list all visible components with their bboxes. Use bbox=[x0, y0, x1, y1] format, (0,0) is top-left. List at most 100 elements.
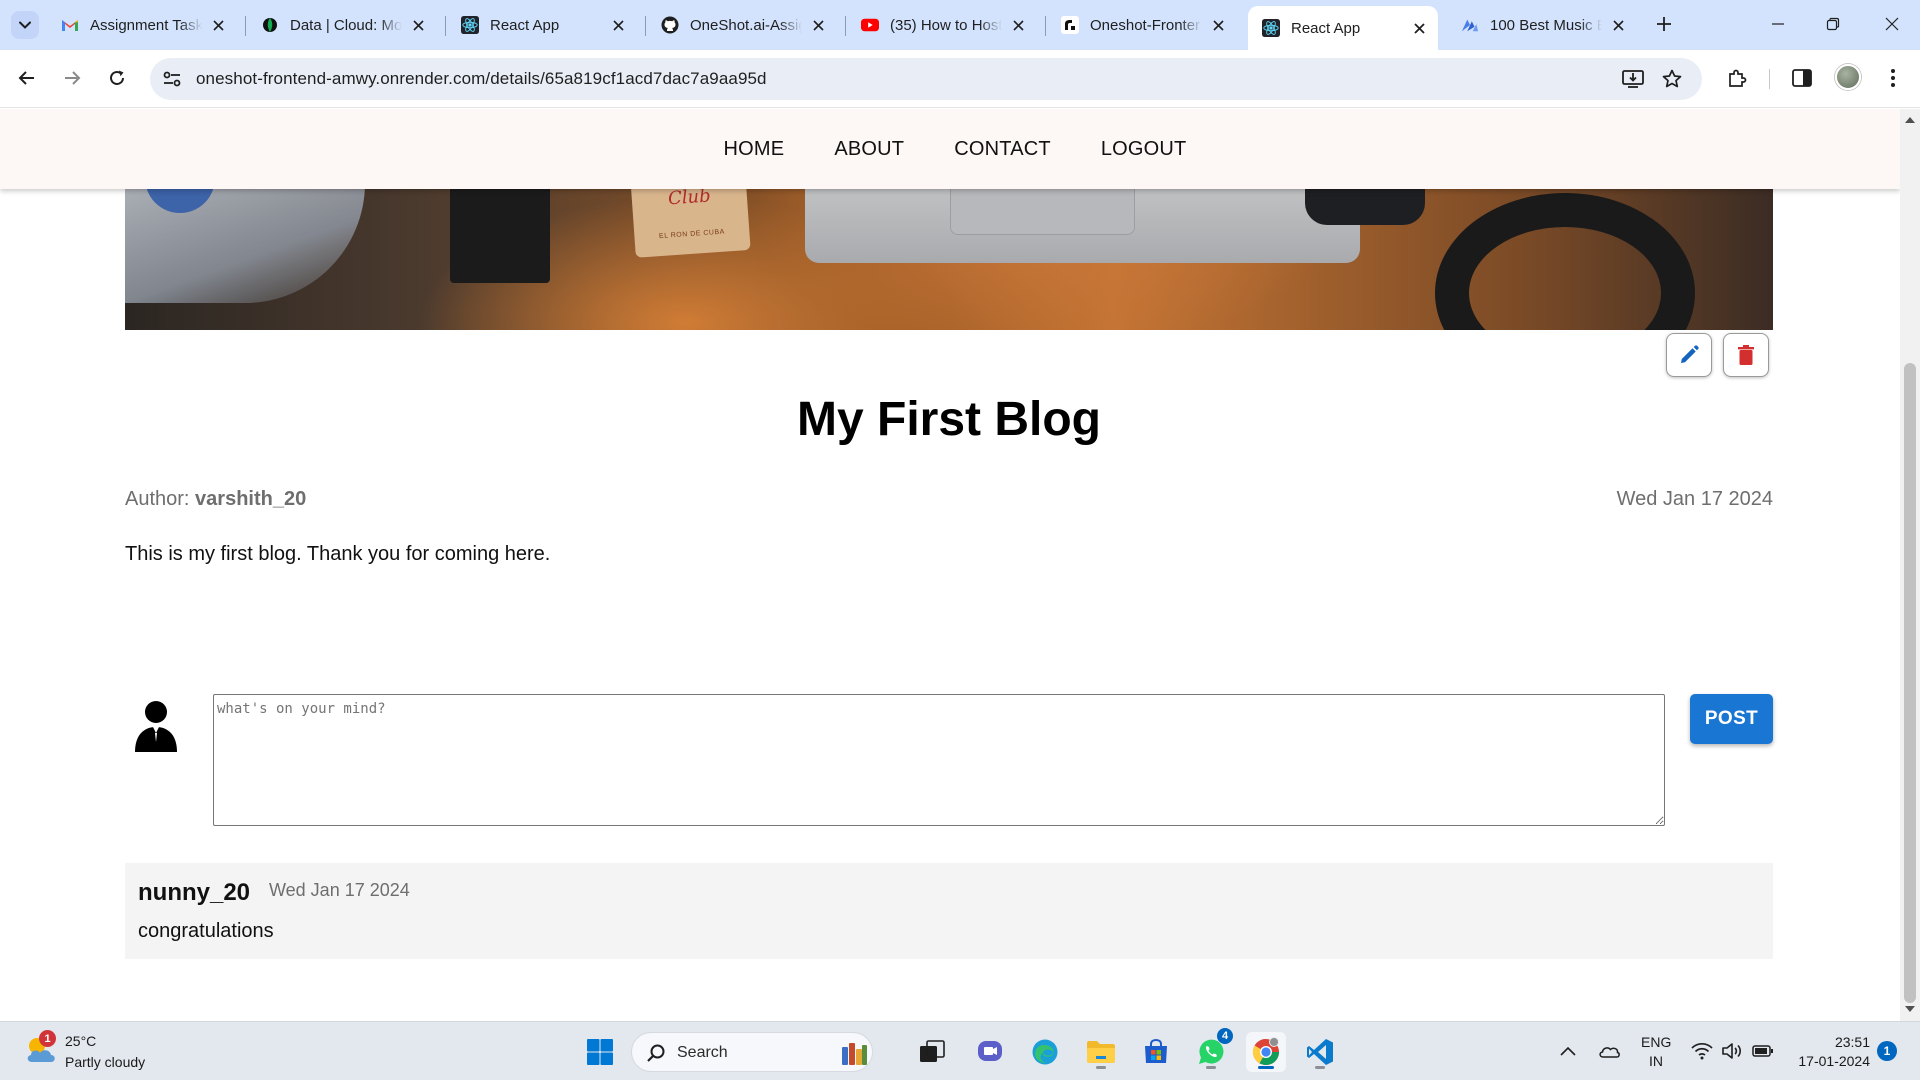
tab-title: (35) How to Host bbox=[890, 16, 1002, 34]
browser-tab[interactable]: 100 Best Music B bbox=[1447, 8, 1637, 42]
react-icon bbox=[461, 16, 479, 34]
region-code: IN bbox=[1649, 1053, 1663, 1069]
bookmark-star-icon[interactable] bbox=[1660, 67, 1684, 91]
profile-avatar[interactable] bbox=[1835, 64, 1861, 90]
side-panel-button[interactable] bbox=[1787, 63, 1817, 93]
browser-tab[interactable]: React App bbox=[447, 8, 637, 42]
vscode-button[interactable] bbox=[1300, 1032, 1340, 1072]
system-clock[interactable]: 23:51 17-01-2024 bbox=[1790, 1033, 1870, 1071]
comment-date: Wed Jan 17 2024 bbox=[269, 880, 410, 900]
close-window-button[interactable] bbox=[1880, 12, 1904, 36]
close-icon[interactable] bbox=[609, 16, 627, 34]
running-indicator bbox=[1096, 1066, 1106, 1069]
browser-tab[interactable]: (35) How to Host bbox=[847, 8, 1037, 42]
whatsapp-unread-badge: 4 bbox=[1217, 1028, 1233, 1044]
windows-logo-icon bbox=[587, 1039, 613, 1065]
github-icon bbox=[661, 16, 679, 34]
toolbar-divider bbox=[1769, 69, 1770, 89]
music-site-icon bbox=[1461, 16, 1479, 34]
author-name[interactable]: varshith_20 bbox=[195, 488, 306, 510]
browser-tab[interactable]: Assignment Task bbox=[47, 8, 237, 42]
weather-description[interactable]: Partly cloudy bbox=[65, 1054, 145, 1070]
forward-button[interactable] bbox=[57, 63, 87, 93]
search-label: Search bbox=[677, 1044, 728, 1061]
tab-title: React App bbox=[490, 16, 560, 34]
close-icon[interactable] bbox=[209, 16, 227, 34]
onedrive-cloud-icon[interactable] bbox=[1598, 1040, 1620, 1062]
close-icon[interactable] bbox=[409, 16, 427, 34]
extensions-button[interactable] bbox=[1722, 63, 1752, 93]
browser-tab-active[interactable]: React App bbox=[1248, 6, 1438, 50]
close-icon bbox=[1885, 17, 1899, 31]
user-avatar-icon bbox=[133, 698, 179, 754]
close-icon[interactable] bbox=[1009, 16, 1027, 34]
close-icon[interactable] bbox=[1209, 16, 1227, 34]
address-bar[interactable]: oneshot-frontend-amwy.onrender.com/detai… bbox=[150, 58, 1702, 100]
tab-title: OneShot.ai-Assig bbox=[690, 16, 802, 34]
chrome-button[interactable] bbox=[1246, 1032, 1286, 1072]
site-navbar: HOME ABOUT CONTACT LOGOUT bbox=[0, 109, 1900, 189]
folder-icon bbox=[1087, 1041, 1115, 1063]
whatsapp-button[interactable]: 4 bbox=[1191, 1028, 1233, 1072]
minimize-icon bbox=[1772, 23, 1784, 25]
search-highlight-icon bbox=[842, 1043, 867, 1065]
tab-separator bbox=[845, 16, 846, 36]
scrollbar-thumb[interactable] bbox=[1904, 363, 1916, 1003]
tab-title: Data | Cloud: Mo bbox=[290, 16, 402, 34]
plus-icon bbox=[1657, 17, 1671, 31]
nav-logout-link[interactable]: LOGOUT bbox=[1101, 138, 1187, 161]
blog-cover-image: Havana Club EL RON DE CUBA bbox=[125, 173, 1773, 330]
file-explorer-button[interactable] bbox=[1081, 1032, 1121, 1072]
volume-icon[interactable] bbox=[1721, 1040, 1743, 1062]
post-date: Wed Jan 17 2024 bbox=[1616, 488, 1773, 510]
page-scrollbar[interactable] bbox=[1900, 109, 1920, 1021]
battery-icon[interactable] bbox=[1752, 1040, 1774, 1062]
site-info-icon[interactable] bbox=[160, 67, 184, 91]
edge-button[interactable] bbox=[1025, 1032, 1065, 1072]
tab-search-button[interactable] bbox=[11, 11, 39, 39]
running-indicator bbox=[1315, 1066, 1325, 1069]
nav-contact-link[interactable]: CONTACT bbox=[954, 138, 1051, 161]
language-code: ENG bbox=[1641, 1034, 1672, 1050]
task-view-button[interactable] bbox=[912, 1032, 952, 1072]
delete-post-button[interactable] bbox=[1723, 333, 1769, 377]
browser-tab[interactable]: OneShot.ai-Assig bbox=[647, 8, 837, 42]
url-text[interactable]: oneshot-frontend-amwy.onrender.com/detai… bbox=[196, 69, 767, 89]
restore-button[interactable] bbox=[1821, 12, 1845, 36]
comment-username: nunny_20 bbox=[138, 879, 251, 906]
comment-input[interactable] bbox=[213, 694, 1665, 826]
nav-home-link[interactable]: HOME bbox=[724, 138, 785, 161]
post-comment-button[interactable]: POST bbox=[1690, 694, 1773, 744]
browser-tab[interactable]: Data | Cloud: Mo bbox=[247, 8, 437, 42]
nav-about-link[interactable]: ABOUT bbox=[834, 138, 904, 161]
microsoft-store-button[interactable] bbox=[1136, 1032, 1176, 1072]
browser-tab-strip: Assignment Task Data | Cloud: Mo React A… bbox=[0, 0, 1920, 50]
scroll-down-arrow-icon[interactable] bbox=[1905, 1004, 1915, 1014]
store-bag-icon bbox=[1145, 1039, 1167, 1063]
clock-date: 17-01-2024 bbox=[1798, 1053, 1870, 1069]
weather-temperature[interactable]: 25°C bbox=[65, 1033, 96, 1049]
active-indicator bbox=[1258, 1066, 1274, 1069]
close-icon[interactable] bbox=[1609, 16, 1627, 34]
close-icon[interactable] bbox=[809, 16, 827, 34]
teams-chat-button[interactable] bbox=[970, 1032, 1010, 1072]
edit-post-button[interactable] bbox=[1666, 333, 1712, 377]
scroll-up-arrow-icon[interactable] bbox=[1905, 115, 1915, 125]
start-button[interactable] bbox=[580, 1032, 620, 1072]
arrow-left-icon bbox=[18, 71, 34, 85]
notification-badge[interactable]: 1 bbox=[1877, 1041, 1897, 1061]
weather-alert-badge: 1 bbox=[39, 1030, 56, 1047]
close-icon[interactable] bbox=[1410, 19, 1428, 37]
reload-button[interactable] bbox=[102, 63, 132, 93]
browser-menu-button[interactable] bbox=[1878, 63, 1908, 93]
minimize-button[interactable] bbox=[1766, 12, 1790, 36]
search-icon bbox=[647, 1044, 665, 1062]
browser-tab[interactable]: Oneshot-Fronter bbox=[1047, 8, 1237, 42]
back-button[interactable] bbox=[12, 63, 42, 93]
taskbar-search[interactable]: Search bbox=[631, 1032, 873, 1072]
language-indicator[interactable]: ENG IN bbox=[1641, 1033, 1671, 1071]
install-app-icon[interactable] bbox=[1621, 67, 1645, 91]
wifi-icon[interactable] bbox=[1691, 1040, 1713, 1062]
chevron-up-icon[interactable] bbox=[1557, 1040, 1579, 1062]
new-tab-button[interactable] bbox=[1652, 12, 1676, 36]
